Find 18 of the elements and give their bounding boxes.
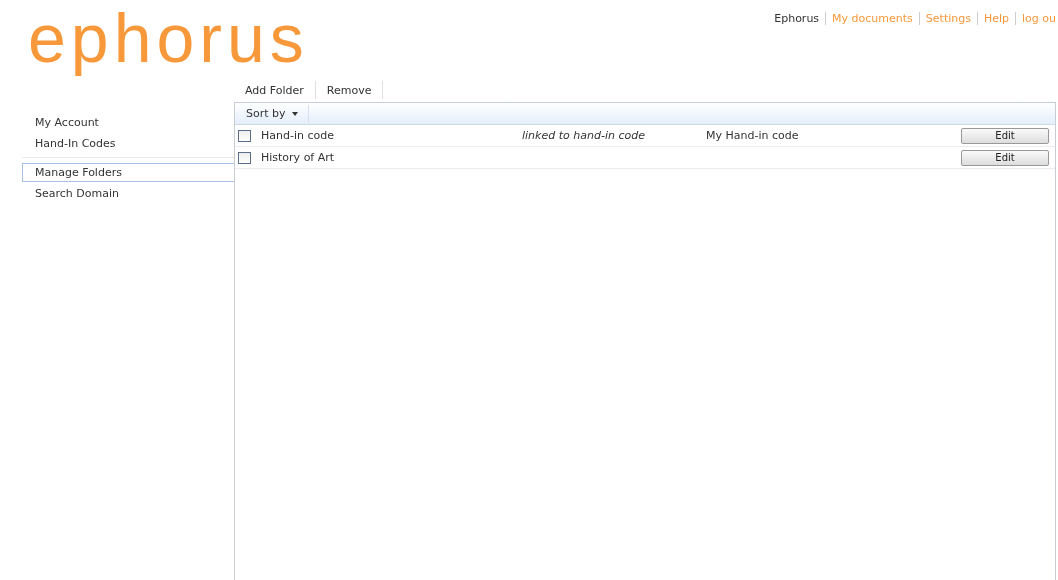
sidebar-item[interactable]: Manage Folders <box>22 163 234 182</box>
checkbox[interactable] <box>238 151 251 164</box>
edit-button[interactable]: Edit <box>961 127 1049 144</box>
toolbar-button[interactable]: Add Folder <box>234 81 316 99</box>
ephorus-logo: ephorus <box>28 0 309 76</box>
sort-by-dropdown[interactable]: Sort by <box>235 104 309 123</box>
nav-link[interactable]: Ephorus <box>772 11 822 25</box>
sidebar-item[interactable]: My Account <box>22 113 234 132</box>
sidebar-item[interactable]: Hand-In Codes <box>22 134 234 153</box>
sidebar-item[interactable]: Search Domain <box>22 184 234 203</box>
caret-icon <box>291 111 298 116</box>
folder-name: History of Art <box>261 151 336 164</box>
hand-in-code: My Hand-in code <box>706 129 799 142</box>
link-note: linked to hand-in code <box>522 129 645 142</box>
edit-button[interactable]: Edit <box>961 149 1049 166</box>
checkbox[interactable] <box>238 129 251 142</box>
toolbar-button[interactable]: Remove <box>315 81 384 99</box>
folder-name: Hand-in code <box>261 129 335 142</box>
